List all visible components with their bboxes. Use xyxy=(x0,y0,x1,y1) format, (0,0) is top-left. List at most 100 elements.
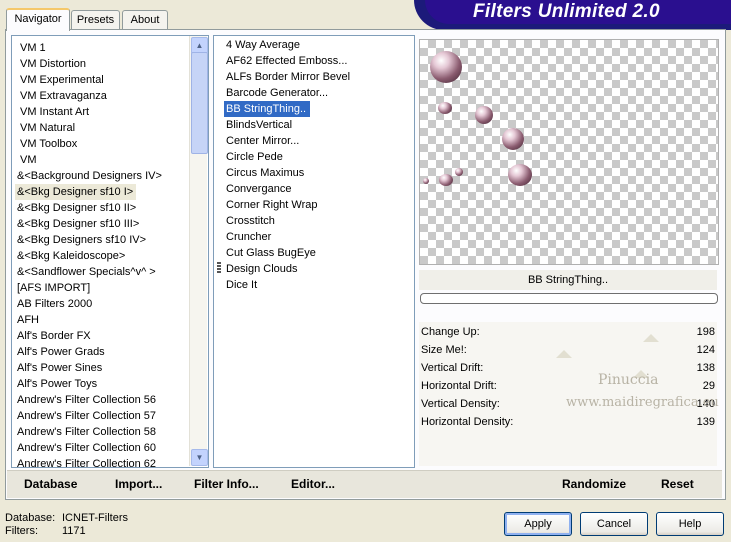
filter-item[interactable]: AF62 Effected Emboss... xyxy=(224,53,347,69)
parameter-value[interactable]: 139 xyxy=(697,414,715,431)
category-item[interactable]: &<Background Designers IV> xyxy=(15,168,162,184)
reset-button[interactable]: Reset xyxy=(661,477,694,491)
parameter-value[interactable]: 138 xyxy=(697,360,715,377)
filter-item[interactable]: Convergance xyxy=(224,181,291,197)
tab-label: Presets xyxy=(76,14,115,26)
apply-button[interactable]: Apply xyxy=(504,512,572,536)
parameter-label: Change Up: xyxy=(421,326,480,338)
preview-bubble xyxy=(438,102,452,114)
category-item[interactable]: &<Bkg Designer sf10 III> xyxy=(15,216,139,232)
tab-label: About xyxy=(130,14,160,26)
category-item[interactable]: Alf's Border FX xyxy=(15,328,91,344)
window-title: Filters Unlimited 2.0 xyxy=(473,1,660,22)
category-item[interactable]: &<Sandflower Specials^v^ > xyxy=(15,264,156,280)
category-item[interactable]: AFH xyxy=(15,312,39,328)
category-item[interactable]: Andrew's Filter Collection 56 xyxy=(15,392,156,408)
selected-filter-name: BB StringThing.. xyxy=(419,270,717,290)
chevron-down-icon: ▼ xyxy=(195,453,204,462)
category-item[interactable]: Andrew's Filter Collection 57 xyxy=(15,408,156,424)
filter-item[interactable]: Crosstitch xyxy=(224,213,275,229)
category-item[interactable]: VM Toolbox xyxy=(18,136,77,152)
category-item[interactable]: VM 1 xyxy=(18,40,46,56)
cancel-button[interactable]: Cancel xyxy=(580,512,648,536)
parameter-value[interactable]: 29 xyxy=(703,378,715,395)
filter-item[interactable]: Cut Glass BugEye xyxy=(224,245,316,261)
category-item[interactable]: Andrew's Filter Collection 58 xyxy=(15,424,156,440)
filter-list[interactable]: 4 Way Average AF62 Effected Emboss... ALFs… xyxy=(213,35,415,468)
preview-bubble xyxy=(455,168,463,176)
parameter-label: Horizontal Density: xyxy=(421,416,514,428)
category-list[interactable]: VM 1 VM Distortion VM Experimental VM Extra… xyxy=(11,35,209,468)
category-item[interactable]: VM Extravaganza xyxy=(18,88,107,104)
scroll-down-button[interactable]: ▼ xyxy=(191,449,208,466)
database-button[interactable]: Database xyxy=(24,477,77,491)
category-item[interactable]: &<Bkg Designers sf10 IV> xyxy=(15,232,146,248)
filters-count-value: 1171 xyxy=(62,525,86,537)
parameter-value[interactable]: 124 xyxy=(697,342,715,359)
parameter-label: Vertical Drift: xyxy=(421,362,484,374)
filter-item[interactable]: 4 Way Average xyxy=(224,37,300,53)
watermark-name: Pinuccia xyxy=(598,372,659,388)
parameter-label: Size Me!: xyxy=(421,344,467,356)
scroll-thumb[interactable] xyxy=(191,52,208,154)
category-item[interactable]: VM Natural xyxy=(18,120,75,136)
parameter-label: Horizontal Drift: xyxy=(421,380,497,392)
parameter-row[interactable]: Size Me!: 124 xyxy=(419,342,717,359)
filter-item[interactable]: Circle Pede xyxy=(224,149,283,165)
parameter-row[interactable]: Horizontal Density: 139 xyxy=(419,414,717,431)
editor-button[interactable]: Editor... xyxy=(291,477,335,491)
preview-bubble xyxy=(508,164,532,186)
category-item[interactable]: VM Experimental xyxy=(18,72,104,88)
category-item[interactable]: AB Filters 2000 xyxy=(15,296,92,312)
preview-canvas xyxy=(419,39,719,265)
filter-item[interactable]: Barcode Generator... xyxy=(224,85,328,101)
filter-item[interactable]: ALFs Border Mirror Bevel xyxy=(224,69,350,85)
tab-navigator[interactable]: Navigator xyxy=(6,8,70,31)
tab-about[interactable]: About xyxy=(122,10,168,29)
category-item[interactable]: Alf's Power Toys xyxy=(15,376,97,392)
title-banner: Filters Unlimited 2.0 xyxy=(425,0,731,24)
watermark-url: www.maidiregrafica.eu xyxy=(566,395,719,410)
preview-bubble xyxy=(502,128,524,150)
tab-presets[interactable]: Presets xyxy=(71,10,120,29)
category-item[interactable]: &<Bkg Designer sf10 I> xyxy=(15,184,137,200)
category-item[interactable]: [AFS IMPORT] xyxy=(15,280,90,296)
filter-item[interactable]: Design Clouds xyxy=(224,261,298,277)
filter-item[interactable]: Center Mirror... xyxy=(224,133,299,149)
filter-info-button[interactable]: Filter Info... xyxy=(194,477,259,491)
parameter-row[interactable]: Horizontal Drift: 29 xyxy=(419,378,717,395)
category-item[interactable]: VM Distortion xyxy=(18,56,86,72)
parameter-row[interactable]: Change Up: 198 xyxy=(419,324,717,341)
preview-bubble xyxy=(430,51,462,83)
import-button[interactable]: Import... xyxy=(115,477,162,491)
parameter-value[interactable]: 198 xyxy=(697,324,715,341)
filter-item[interactable]: BlindsVertical xyxy=(224,117,292,133)
progress-bar xyxy=(420,293,718,304)
database-value: ICNET-Filters xyxy=(62,512,128,524)
filters-count-label: Filters: xyxy=(5,525,38,537)
category-item[interactable]: Alf's Power Grads xyxy=(15,344,105,360)
category-item[interactable]: Andrew's Filter Collection 62 xyxy=(15,456,156,467)
category-item[interactable]: &<Bkg Designer sf10 II> xyxy=(15,200,136,216)
filter-item[interactable]: BB StringThing.. xyxy=(224,101,311,117)
filter-item[interactable]: Dice It xyxy=(224,277,257,293)
category-item[interactable]: VM xyxy=(18,152,37,168)
category-item[interactable]: Andrew's Filter Collection 60 xyxy=(15,440,156,456)
category-item[interactable]: VM Instant Art xyxy=(18,104,89,120)
drag-grip-icon xyxy=(217,262,221,274)
preview-bubble xyxy=(423,178,429,184)
category-scrollbar[interactable]: ▲ ▼ xyxy=(189,36,208,466)
filter-item[interactable]: Circus Maximus xyxy=(224,165,304,181)
preview-bubble xyxy=(439,174,453,186)
filter-item[interactable]: Cruncher xyxy=(224,229,271,245)
tab-label: Navigator xyxy=(14,13,62,25)
filter-item[interactable]: Corner Right Wrap xyxy=(224,197,318,213)
randomize-button[interactable]: Randomize xyxy=(562,477,626,491)
parameter-row[interactable]: Vertical Drift: 138 xyxy=(419,360,717,377)
category-item[interactable]: Alf's Power Sines xyxy=(15,360,102,376)
database-label: Database: xyxy=(5,512,56,524)
category-item[interactable]: &<Bkg Kaleidoscope> xyxy=(15,248,125,264)
help-button[interactable]: Help xyxy=(656,512,724,536)
preview-bubble xyxy=(475,106,493,124)
bottom-toolbar: Database Import... Filter Info... Editor… xyxy=(7,470,722,498)
